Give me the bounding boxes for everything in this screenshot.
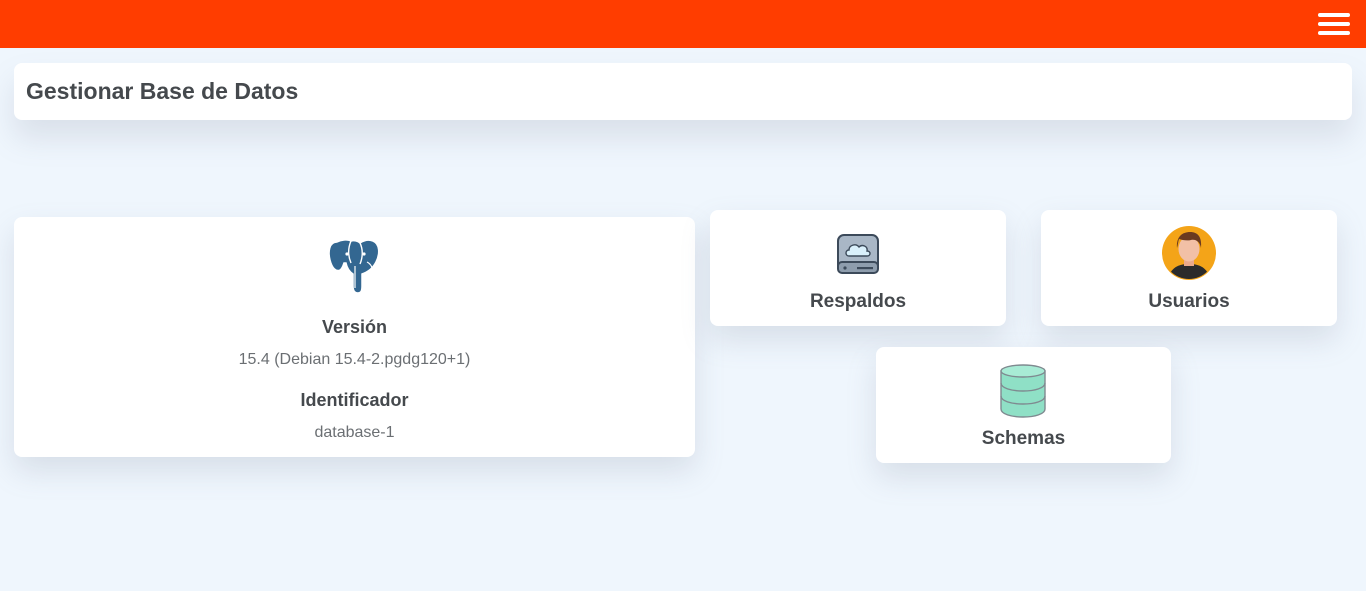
postgresql-elephant-icon bbox=[328, 239, 380, 294]
identifier-value: database-1 bbox=[314, 424, 395, 441]
page-title: Gestionar Base de Datos bbox=[26, 78, 299, 104]
cloud-storage-drive-icon bbox=[837, 234, 879, 274]
users-label: Usuarios bbox=[1148, 291, 1230, 312]
version-value: 15.4 (Debian 15.4-2.pgdg120+1) bbox=[238, 351, 471, 368]
database-stack-icon bbox=[1000, 364, 1046, 418]
top-bar bbox=[0, 0, 1366, 48]
backups-label: Respaldos bbox=[809, 291, 907, 312]
page-title-card: Gestionar Base de Datos bbox=[14, 63, 1352, 120]
schemas-label: Schemas bbox=[981, 428, 1066, 449]
user-avatar-icon bbox=[1162, 226, 1216, 280]
hamburger-menu-icon[interactable] bbox=[1318, 13, 1350, 35]
users-card[interactable]: Usuarios bbox=[1041, 210, 1337, 326]
backups-card[interactable]: Respaldos bbox=[710, 210, 1006, 326]
database-info-card: Versión 15.4 (Debian 15.4-2.pgdg120+1) I… bbox=[14, 217, 695, 457]
identifier-label: Identificador bbox=[300, 390, 409, 410]
schemas-card[interactable]: Schemas bbox=[876, 347, 1171, 463]
version-label: Versión bbox=[321, 317, 388, 337]
